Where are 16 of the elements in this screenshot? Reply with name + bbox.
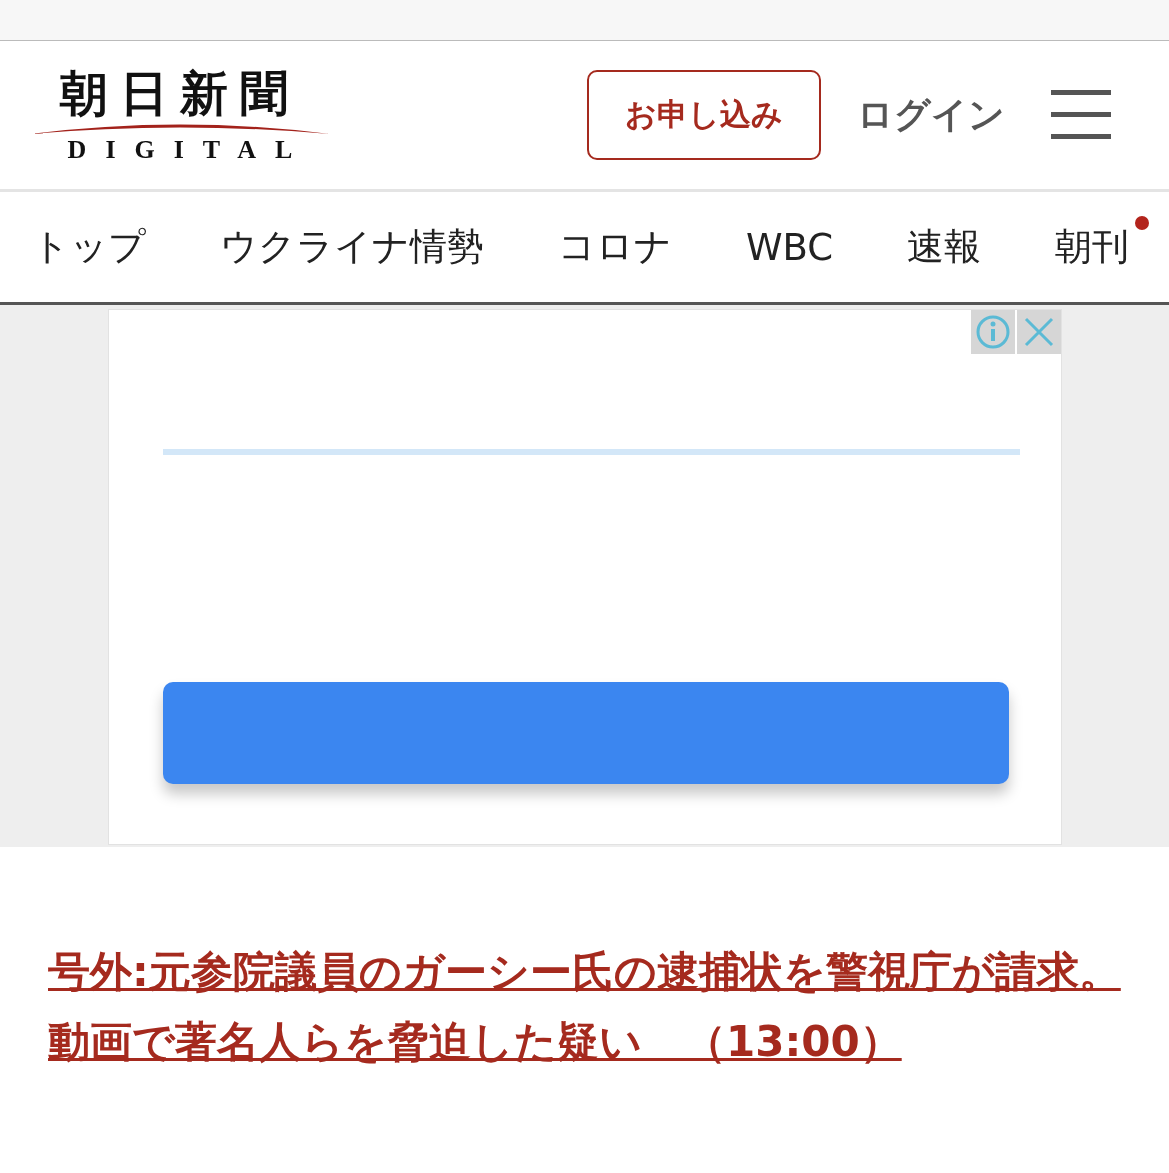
close-icon[interactable] — [1017, 310, 1061, 354]
ad-button[interactable] — [163, 682, 1009, 784]
headline-link[interactable]: 号外:元参院議員のガーシー氏の逮捕状を警視庁が請求。動画で著名人らを脅迫した疑い （13:00） — [48, 937, 1123, 1077]
nav-tab[interactable]: ウクライナ情勢 — [220, 222, 484, 272]
nav-tab[interactable]: トップ — [32, 222, 146, 272]
subscribe-button[interactable]: お申し込み — [587, 70, 821, 160]
nav-tab[interactable]: コロナ — [558, 222, 672, 272]
logo[interactable]: 朝日新聞 DIGITAL — [30, 65, 330, 165]
logo-title: 朝日新聞 — [60, 65, 300, 121]
login-link[interactable]: ログイン — [857, 90, 1005, 140]
logo-subtitle: DIGITAL — [66, 135, 312, 165]
nav-tab[interactable]: 朝刊 — [1055, 222, 1130, 272]
nav-tab[interactable]: 速報 — [907, 222, 982, 272]
nav-tab[interactable]: WBC — [746, 225, 834, 269]
menu-icon[interactable] — [1051, 90, 1111, 140]
info-icon[interactable] — [971, 310, 1015, 354]
